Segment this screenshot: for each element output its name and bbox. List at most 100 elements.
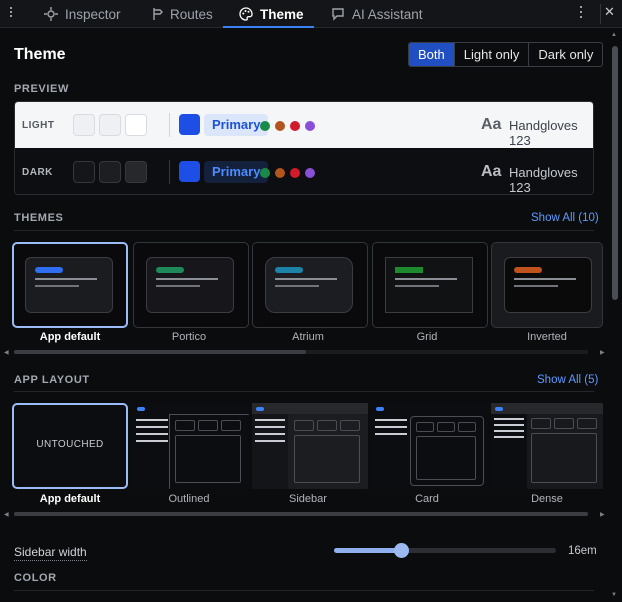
scroll-left-icon[interactable]: ◀ <box>4 511 9 518</box>
divider <box>14 230 594 231</box>
preview-row-label: LIGHT <box>22 120 55 131</box>
theme-thumbnail <box>146 257 234 313</box>
tab-label: Inspector <box>65 6 121 22</box>
divider <box>14 391 594 392</box>
primary-chip: Primary <box>204 161 269 183</box>
routes-icon <box>153 8 163 20</box>
accent-dot <box>305 168 315 178</box>
layout-card-label: App default <box>39 493 101 505</box>
divider <box>169 113 170 137</box>
surface-swatch <box>99 161 121 183</box>
theme-card-label: Inverted <box>527 331 567 343</box>
primary-swatch <box>179 114 200 135</box>
theme-card-portico[interactable] <box>133 242 249 328</box>
theme-thumbnail <box>385 257 473 313</box>
tab-inspector[interactable]: Inspector <box>44 0 121 28</box>
layout-card-label: Sidebar <box>289 493 327 505</box>
mode-light-only-button[interactable]: Light only <box>453 43 529 66</box>
tab-theme[interactable]: Theme <box>239 0 304 28</box>
layout-card-sidebar[interactable] <box>252 403 368 489</box>
slider-fill <box>334 548 401 553</box>
scroll-right-icon[interactable]: ▶ <box>600 511 605 518</box>
warning-dot <box>275 168 285 178</box>
close-icon[interactable]: ✕ <box>604 4 615 20</box>
divider <box>600 4 601 24</box>
theme-thumbnail <box>265 257 353 313</box>
surface-swatch <box>73 114 95 136</box>
page-scrollbar[interactable] <box>611 36 619 592</box>
preview-row-light: LIGHT Primary Aa Handgloves 123 <box>15 102 593 148</box>
tab-label: Theme <box>260 6 304 22</box>
theme-card-app-default[interactable] <box>12 242 128 328</box>
surface-swatch <box>125 161 147 183</box>
sidebar-width-label: Sidebar width <box>14 545 87 561</box>
chat-icon <box>332 8 344 21</box>
theme-card-inverted[interactable] <box>491 242 603 328</box>
inspector-icon <box>44 7 58 21</box>
sidebar-width-slider[interactable] <box>334 543 556 558</box>
slider-thumb[interactable] <box>393 543 409 558</box>
tab-label: Routes <box>170 6 213 22</box>
layout-card-label: Dense <box>531 493 563 505</box>
divider <box>169 160 170 184</box>
preview-panel: LIGHT Primary Aa Handgloves 123 DARK Pri… <box>14 101 594 195</box>
theme-card-label: Portico <box>171 331 207 343</box>
active-tab-indicator <box>223 26 314 28</box>
color-section-label: COLOR <box>14 572 57 584</box>
type-sample-text: Handgloves 123 <box>509 165 578 195</box>
layouts-scrollbar-thumb[interactable] <box>14 512 588 516</box>
layout-card-outlined[interactable] <box>133 403 249 489</box>
theme-card-label: App default <box>39 331 101 343</box>
layout-card-label: Card <box>415 493 439 505</box>
themes-section-label: THEMES <box>14 212 64 224</box>
surface-swatch <box>99 114 121 136</box>
primary-swatch <box>179 161 200 182</box>
theme-card-grid[interactable] <box>372 242 488 328</box>
preview-section-label: PREVIEW <box>14 83 69 95</box>
drag-handle-icon[interactable] <box>8 6 16 20</box>
themes-show-all-link[interactable]: Show All (10) <box>531 212 599 224</box>
type-sample-aa: Aa <box>481 116 502 133</box>
success-dot <box>260 168 270 178</box>
primary-chip: Primary <box>204 114 269 136</box>
preview-row-dark: DARK Primary Aa Handgloves 123 <box>15 149 593 195</box>
layout-card-dense[interactable] <box>491 403 603 489</box>
themes-scrollbar-thumb[interactable] <box>14 350 306 354</box>
scroll-down-icon[interactable]: ▼ <box>611 592 617 598</box>
danger-dot <box>290 121 300 131</box>
type-sample-aa: Aa <box>481 163 502 180</box>
scroll-left-icon[interactable]: ◀ <box>4 349 9 356</box>
success-dot <box>260 121 270 131</box>
theme-card-atrium[interactable] <box>252 242 368 328</box>
preview-row-label: DARK <box>22 167 53 178</box>
more-options-icon[interactable] <box>578 5 584 21</box>
tab-ai-assistant[interactable]: AI Assistant <box>331 0 423 28</box>
type-sample-text: Handgloves 123 <box>509 118 578 148</box>
theme-thumbnail <box>504 257 592 313</box>
surface-swatch <box>125 114 147 136</box>
divider <box>14 590 594 591</box>
accent-dot <box>305 121 315 131</box>
layout-card-app-default[interactable]: UNTOUCHED <box>12 403 128 489</box>
layouts-show-all-link[interactable]: Show All (5) <box>537 374 598 386</box>
scroll-right-icon[interactable]: ▶ <box>600 349 605 356</box>
surface-swatch <box>73 161 95 183</box>
palette-icon <box>239 7 253 21</box>
app-layout-section-label: APP LAYOUT <box>14 374 90 386</box>
mode-dark-only-button[interactable]: Dark only <box>528 43 602 66</box>
theme-card-label: Grid <box>416 331 438 343</box>
tab-bar: Inspector Routes Theme AI Assistant ✕ <box>0 0 622 28</box>
layout-card-card[interactable] <box>372 403 488 489</box>
layout-card-label: Outlined <box>168 493 210 505</box>
theme-card-label: Atrium <box>292 331 324 343</box>
untouched-label: UNTOUCHED <box>36 439 104 450</box>
tab-routes[interactable]: Routes <box>149 0 213 28</box>
page-scrollbar-thumb[interactable] <box>612 46 618 300</box>
sidebar-width-value: 16em <box>568 545 597 557</box>
mode-both-button[interactable]: Both <box>409 43 454 66</box>
tab-label: AI Assistant <box>352 6 423 22</box>
page-title: Theme <box>14 46 66 63</box>
danger-dot <box>290 168 300 178</box>
theme-thumbnail <box>25 257 113 313</box>
mode-segmented-control: Both Light only Dark only <box>408 42 604 67</box>
